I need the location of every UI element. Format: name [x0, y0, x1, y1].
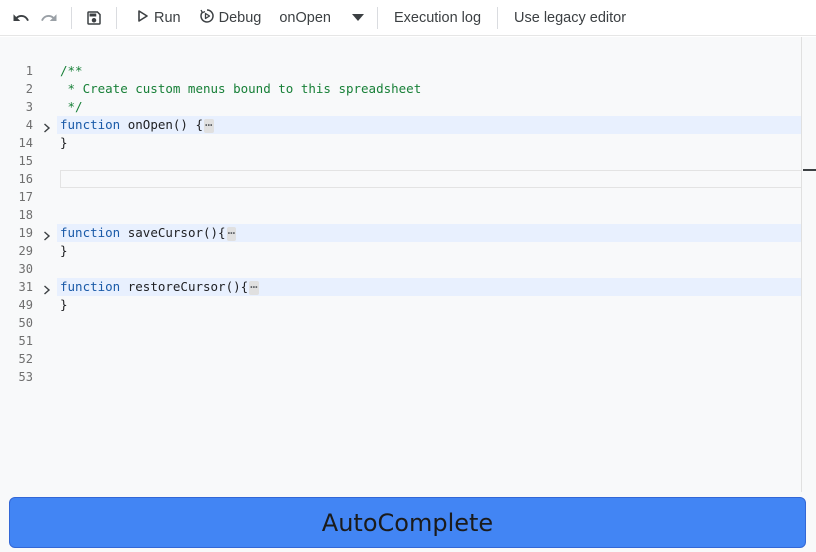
line-number: 51 — [18, 334, 33, 348]
line-number: 4 — [25, 118, 33, 132]
line-number: 1 — [25, 64, 33, 78]
play-icon — [137, 9, 149, 26]
dropdown-arrow-icon — [351, 10, 364, 26]
code-line[interactable]: 51 — [0, 332, 802, 350]
code-line[interactable]: 18 — [0, 206, 802, 224]
debug-icon — [199, 8, 215, 28]
code-editor[interactable]: 1 /** 2 * Create custom menus bound to t… — [0, 37, 816, 492]
bottom-bar: AutoComplete — [0, 492, 816, 552]
function-select[interactable]: onOpen — [279, 10, 364, 26]
toolbar-divider — [116, 6, 117, 29]
debug-button[interactable]: Debug — [199, 8, 262, 28]
keyword: function — [60, 117, 121, 132]
current-line-box — [60, 170, 802, 188]
code-line[interactable]: 15 — [0, 152, 802, 170]
toolbar-divider — [497, 6, 499, 29]
function-select-value: onOpen — [279, 9, 331, 26]
vertical-scrollbar[interactable] — [801, 37, 816, 492]
run-label: Run — [154, 9, 181, 26]
fold-ellipsis[interactable]: ⋯ — [204, 118, 214, 133]
code-line[interactable]: 29 } — [0, 242, 802, 260]
line-number: 52 — [18, 352, 33, 366]
code-line[interactable]: 14 } — [0, 134, 802, 152]
code-lines[interactable]: 1 /** 2 * Create custom menus bound to t… — [0, 62, 802, 386]
code-text: * Create custom menus bound to this spre… — [60, 81, 422, 96]
legacy-editor-label: Use legacy editor — [514, 9, 627, 26]
code-line[interactable]: 52 — [0, 350, 802, 368]
line-number: 31 — [18, 280, 33, 294]
code-line-folded[interactable]: 31 function restoreCursor(){⋯ — [0, 278, 802, 296]
run-button[interactable]: Run — [137, 10, 181, 26]
editor-toolbar: Run Debug onOpen Execution log Use legac… — [0, 0, 816, 36]
line-number: 15 — [18, 154, 33, 168]
execution-log-button[interactable]: Execution log — [394, 10, 481, 26]
code-line[interactable]: 3 */ — [0, 98, 802, 116]
function-signature: onOpen() { — [120, 117, 204, 132]
toolbar-divider — [71, 6, 72, 29]
code-line[interactable]: 2 * Create custom menus bound to this sp… — [0, 80, 802, 98]
keyword: function — [60, 279, 121, 294]
code-text: function saveCursor(){⋯ — [60, 224, 237, 242]
autocomplete-button[interactable]: AutoComplete — [9, 497, 806, 548]
code-line[interactable]: 30 — [0, 260, 802, 278]
code-text: } — [60, 243, 68, 258]
toolbar-divider — [376, 6, 378, 29]
line-number: 14 — [18, 136, 33, 150]
chevron-right-icon[interactable] — [42, 282, 52, 295]
function-signature: saveCursor(){ — [120, 225, 226, 240]
code-text: function onOpen() {⋯ — [60, 116, 214, 134]
code-line[interactable]: 49 } — [0, 296, 802, 314]
undo-icon[interactable] — [11, 8, 31, 28]
code-line-current[interactable]: 16 — [0, 170, 802, 188]
fold-ellipsis[interactable]: ⋯ — [226, 226, 237, 241]
debug-label: Debug — [218, 9, 262, 26]
chevron-right-icon[interactable] — [42, 228, 52, 241]
line-number: 16 — [18, 172, 33, 186]
code-line[interactable]: 50 — [0, 314, 802, 332]
code-text: */ — [60, 99, 83, 114]
code-line[interactable]: 53 — [0, 368, 802, 386]
execution-log-label: Execution log — [393, 9, 482, 26]
code-line-folded[interactable]: 19 function saveCursor(){⋯ — [0, 224, 802, 242]
code-text: /** — [60, 63, 83, 78]
code-line-folded[interactable]: 4 function onOpen() {⋯ — [0, 116, 802, 134]
line-number: 19 — [18, 226, 33, 240]
line-number: 50 — [18, 316, 33, 330]
code-line[interactable]: 17 — [0, 188, 802, 206]
line-number: 29 — [18, 244, 33, 258]
line-number: 2 — [25, 82, 33, 96]
line-number: 30 — [18, 262, 33, 276]
code-text: function restoreCursor(){⋯ — [60, 278, 259, 296]
keyword: function — [60, 225, 121, 240]
fold-ellipsis[interactable]: ⋯ — [249, 280, 259, 295]
legacy-editor-button[interactable]: Use legacy editor — [514, 10, 626, 26]
redo-icon[interactable] — [39, 8, 59, 28]
code-text: } — [60, 297, 68, 312]
line-number: 49 — [18, 298, 33, 312]
scrollbar-cursor-marker — [803, 169, 816, 171]
line-number: 3 — [25, 100, 33, 114]
line-number: 53 — [18, 370, 33, 384]
code-line[interactable]: 1 /** — [0, 62, 802, 80]
chevron-right-icon[interactable] — [42, 120, 52, 133]
code-text: } — [60, 135, 68, 150]
line-number: 18 — [18, 208, 33, 222]
function-signature: restoreCursor(){ — [120, 279, 249, 294]
save-icon[interactable] — [84, 8, 104, 28]
line-number: 17 — [18, 190, 33, 204]
